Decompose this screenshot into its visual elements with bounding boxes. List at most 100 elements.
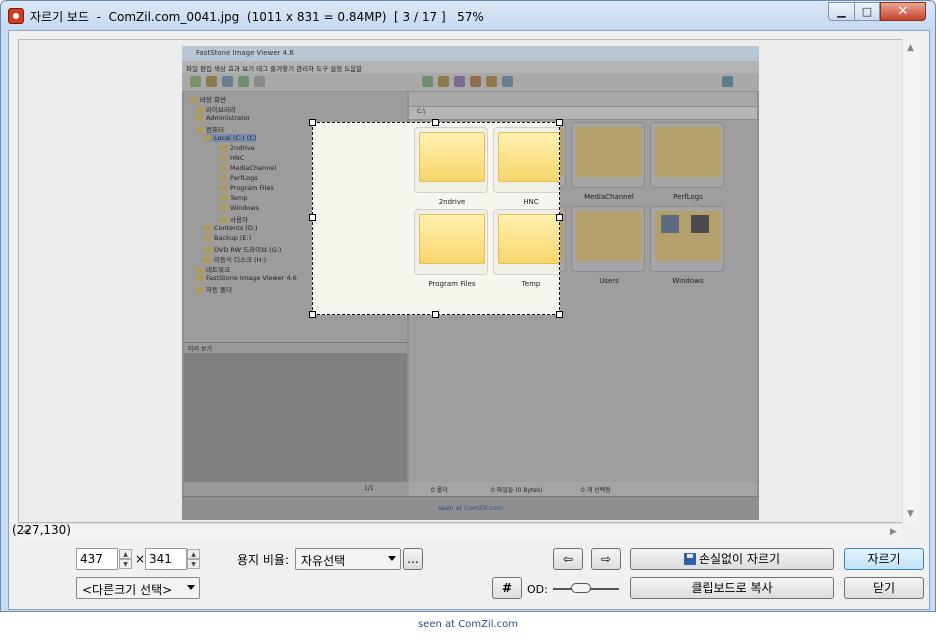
tree-item: 자동 폴더 (206, 286, 232, 294)
minimize-button[interactable]: ▁ (828, 2, 855, 21)
tree-item: HNC (230, 154, 245, 162)
tool-icon (470, 76, 481, 87)
thumbnail-label: Users (599, 277, 619, 285)
ratio-select[interactable]: 자유선택 (295, 548, 401, 570)
crop-handle-top[interactable] (432, 119, 439, 126)
tree-item: Contents (D:) (214, 224, 258, 232)
chevron-down-icon (388, 556, 396, 561)
tool-icon (206, 76, 217, 87)
tool-icon (422, 76, 433, 87)
tree-item: 네트워크 (206, 266, 230, 274)
preset-size-select[interactable]: <다른크기 선택> (76, 577, 200, 599)
status-files: 0 파일들 (0 Bytes) (491, 487, 543, 494)
cursor-coordinates: (227,130) (12, 523, 71, 537)
tree-item: 사용자 (230, 216, 248, 224)
tool-icon (238, 76, 249, 87)
tree-item: 이동식 디스크 (H:) (214, 256, 267, 264)
tree-item: DVD RW 드라이브 (G:) (214, 246, 282, 254)
title-bar[interactable]: 자르기 보드 - ComZil.com_0041.jpg (1011 x 831… (1, 1, 935, 31)
crop-width-input[interactable]: 437 (76, 548, 118, 570)
embedded-footer: seen at ComZil.com (182, 496, 759, 520)
tree-item: Administrator (206, 114, 251, 122)
thumbnail-label: Program Files (428, 280, 476, 288)
status-selected: 0 개 선택됨 (581, 487, 611, 494)
tool-icon (222, 76, 233, 87)
preview-pane: 미리 보기 (184, 342, 407, 482)
close-button[interactable]: 닫기 (844, 577, 924, 599)
tool-icon (254, 76, 265, 87)
vertical-scrollbar[interactable]: ▲ ▼ (902, 39, 919, 523)
folder-icon (419, 132, 485, 182)
tree-item: Temp (230, 194, 248, 202)
width-increase-icon[interactable]: ▲ (119, 549, 132, 559)
copy-to-clipboard-button[interactable]: 클립보드로 복사 (630, 577, 834, 599)
lossless-crop-label: 손실없이 자르기 (698, 552, 781, 566)
image-viewport[interactable]: FastStone Image Viewer 4.6 파일 편집 색상 효과 보… (18, 39, 919, 523)
crop-handle-bottom[interactable] (432, 311, 439, 318)
embedded-toolbar (182, 73, 759, 91)
page-caption: seen at ComZil.com (417, 619, 519, 630)
browser-toolbar (409, 92, 757, 106)
tree-item: 라이브러리 (206, 106, 236, 114)
thumbnail-label: Windows (672, 277, 704, 285)
window-title: 자르기 보드 - ComZil.com_0041.jpg (1011 x 831… (30, 10, 484, 24)
width-decrease-icon[interactable]: ▼ (119, 559, 132, 569)
folder-icon (576, 127, 642, 177)
close-window-button[interactable]: ✕ (880, 2, 926, 21)
thumbnail-label: HNC (523, 198, 539, 206)
folder-icon (576, 211, 642, 261)
scroll-right-icon[interactable]: ▶ (890, 527, 897, 537)
crop-height-input[interactable]: 341 (145, 548, 187, 570)
chevron-down-icon (187, 585, 195, 590)
crop-selection[interactable]: 2ndrive HNC Program Files Temp (312, 122, 560, 315)
folder-icon (498, 214, 559, 264)
folder-icon (498, 132, 559, 182)
crop-handle-bottom-left[interactable] (309, 311, 316, 318)
maximize-button[interactable]: □ (854, 2, 880, 21)
ratio-options-button[interactable]: ... (403, 548, 423, 570)
crop-handle-left[interactable] (309, 214, 316, 221)
thumbnail: HNC (493, 127, 559, 206)
crop-handle-right[interactable] (556, 214, 563, 221)
tree-item: 바탕 화면 (200, 96, 226, 104)
tree-item: Backup (E:) (214, 234, 252, 242)
image-file-icon (661, 215, 679, 233)
scroll-up-icon[interactable]: ▲ (907, 43, 914, 53)
client-area: FastStone Image Viewer 4.6 파일 편집 색상 효과 보… (8, 30, 930, 610)
grid-toggle-button[interactable]: # (492, 577, 522, 599)
crop-handle-bottom-right[interactable] (556, 311, 563, 318)
thumbnail-label: PerfLogs (673, 193, 703, 201)
thumbnail: Program Files (414, 209, 488, 288)
scroll-down-icon[interactable]: ▼ (907, 509, 914, 519)
thumbnail: Windows (650, 206, 724, 285)
lossless-crop-button[interactable]: 손실없이 자르기 (630, 548, 834, 570)
crop-button[interactable]: 자르기 (844, 548, 924, 570)
tool-icon (486, 76, 497, 87)
crop-board-window: 자르기 보드 - ComZil.com_0041.jpg (1011 x 831… (0, 0, 936, 612)
address-bar: C:\ (409, 107, 757, 119)
tree-item: PerfLogs (230, 174, 258, 182)
od-slider-handle[interactable] (571, 583, 591, 593)
height-increase-icon[interactable]: ▲ (187, 549, 200, 559)
ratio-select-value: 자유선택 (301, 554, 346, 568)
height-decrease-icon[interactable]: ▼ (187, 559, 200, 569)
tree-item-selected: Local (C:) (C) (214, 134, 257, 142)
tree-item: Windows (230, 204, 260, 212)
preset-size-value: <다른크기 선택> (82, 583, 173, 597)
horizontal-scrollbar[interactable]: ◀ ▶ (18, 523, 902, 540)
tree-item: Program Files (230, 184, 274, 192)
crop-handle-top-left[interactable] (309, 119, 316, 126)
previous-image-button[interactable]: ⇦ (553, 548, 583, 570)
tool-icon (502, 76, 513, 87)
tree-item: FastStone Image Viewer 4.6 (206, 274, 297, 282)
crop-handle-top-right[interactable] (556, 119, 563, 126)
tool-icon (722, 76, 733, 87)
thumbnail-label: MediaChannel (584, 193, 634, 201)
next-image-button[interactable]: ⇨ (591, 548, 621, 570)
tree-item: 2ndrive (230, 144, 255, 152)
tool-icon (454, 76, 465, 87)
tool-icon (190, 76, 201, 87)
app-icon (8, 8, 24, 24)
folder-icon (419, 214, 485, 264)
source-image[interactable]: FastStone Image Viewer 4.6 파일 편집 색상 효과 보… (182, 46, 759, 520)
